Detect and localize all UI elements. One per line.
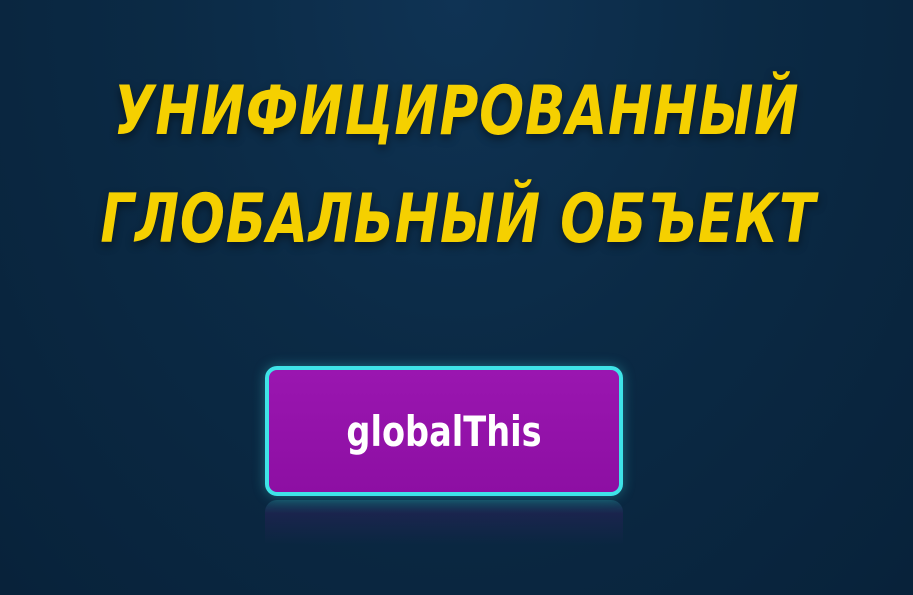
slide-title: УНИФИЦИРОВАННЫЙ ГЛОБАЛЬНЫЙ ОБЪЕКТ: [0, 58, 913, 274]
title-line-1: УНИФИЦИРОВАННЫЙ: [113, 72, 800, 151]
global-this-button-label: globalThis: [346, 406, 542, 456]
title-line-2: ГЛОБАЛЬНЫЙ ОБЪЕКТ: [100, 180, 816, 259]
button-reflection: [265, 500, 623, 545]
global-this-button[interactable]: globalThis: [265, 366, 623, 496]
global-this-button-container: globalThis: [265, 366, 623, 496]
